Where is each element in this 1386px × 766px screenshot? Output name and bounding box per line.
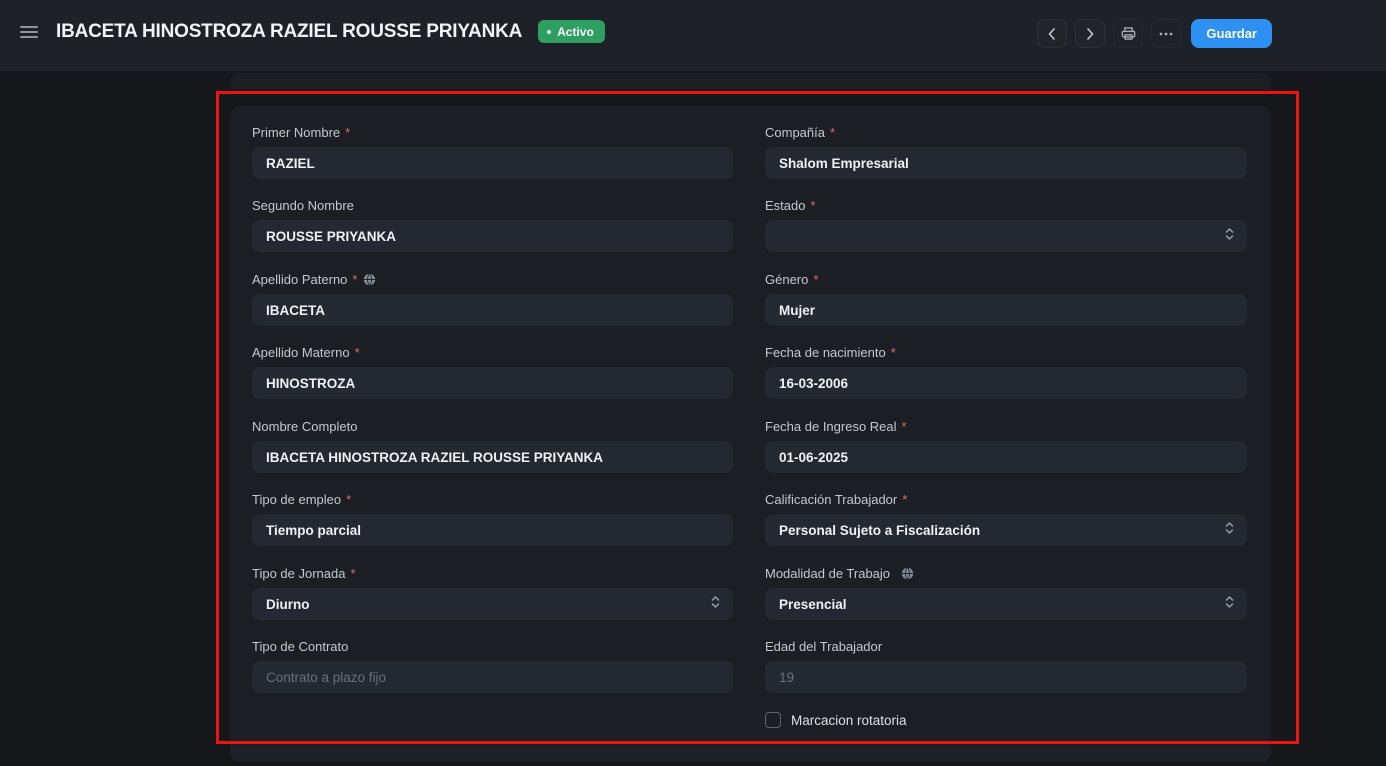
field-primer-nombre: Primer Nombre * bbox=[252, 125, 733, 179]
modalidad-de-trabajo-select[interactable] bbox=[765, 588, 1247, 620]
field-tipo-de-contrato: Tipo de Contrato bbox=[252, 639, 733, 693]
field-label: Apellido Paterno bbox=[252, 272, 347, 287]
status-dot-icon bbox=[547, 30, 551, 34]
status-badge-label: Activo bbox=[557, 25, 594, 39]
required-asterisk: * bbox=[891, 345, 896, 360]
required-asterisk: * bbox=[902, 492, 907, 507]
field-label: Calificación Trabajador bbox=[765, 492, 897, 507]
printer-icon bbox=[1120, 25, 1137, 42]
required-asterisk: * bbox=[350, 566, 355, 581]
select-chevrons-icon[interactable] bbox=[1225, 595, 1234, 609]
required-asterisk: * bbox=[813, 272, 818, 287]
header-actions: Guardar bbox=[1037, 19, 1272, 48]
field-edad-del-trabajador: Edad del Trabajador bbox=[765, 639, 1247, 693]
save-button[interactable]: Guardar bbox=[1191, 19, 1272, 48]
required-asterisk: * bbox=[902, 419, 907, 434]
field-tipo-de-jornada: Tipo de Jornada * bbox=[252, 566, 733, 620]
compania-input[interactable] bbox=[765, 147, 1247, 179]
marcacion-rotatoria-checkbox[interactable] bbox=[765, 712, 781, 728]
card-section-bottom bbox=[230, 746, 1271, 762]
field-tipo-de-empleo: Tipo de empleo * bbox=[252, 492, 733, 546]
field-label: Apellido Materno bbox=[252, 345, 350, 360]
field-label: Tipo de Contrato bbox=[252, 639, 348, 654]
select-chevrons-icon[interactable] bbox=[1225, 227, 1234, 241]
field-label: Edad del Trabajador bbox=[765, 639, 882, 654]
required-asterisk: * bbox=[810, 198, 815, 213]
estado-select[interactable] bbox=[765, 220, 1247, 252]
menu-icon[interactable] bbox=[14, 17, 44, 47]
field-label: Segundo Nombre bbox=[252, 198, 354, 213]
apellido-paterno-input[interactable] bbox=[252, 294, 733, 326]
field-label: Fecha de Ingreso Real bbox=[765, 419, 897, 434]
field-label: Tipo de empleo bbox=[252, 492, 341, 507]
chevron-left-icon bbox=[1048, 28, 1056, 40]
field-fecha-de-nacimiento: Fecha de nacimiento * bbox=[765, 345, 1247, 399]
calificacion-trabajador-select[interactable] bbox=[765, 514, 1247, 546]
page-title: IBACETA HINOSTROZA RAZIEL ROUSSE PRIYANK… bbox=[56, 21, 522, 43]
prev-record-button[interactable] bbox=[1037, 19, 1067, 48]
apellido-materno-input[interactable] bbox=[252, 367, 733, 399]
primer-nombre-input[interactable] bbox=[252, 147, 733, 179]
field-fecha-de-ingreso-real: Fecha de Ingreso Real * bbox=[765, 419, 1247, 473]
field-label: Estado bbox=[765, 198, 805, 213]
select-chevrons-icon[interactable] bbox=[1225, 521, 1234, 535]
card-section-top bbox=[230, 73, 1271, 90]
status-badge: Activo bbox=[538, 20, 605, 43]
field-label: Nombre Completo bbox=[252, 419, 358, 434]
segundo-nombre-input[interactable] bbox=[252, 220, 733, 252]
required-asterisk: * bbox=[346, 492, 351, 507]
select-chevrons-icon[interactable] bbox=[711, 595, 720, 609]
fecha-de-nacimiento-input[interactable] bbox=[765, 367, 1247, 399]
field-label: Tipo de Jornada bbox=[252, 566, 345, 581]
field-modalidad-de-trabajo: Modalidad de Trabajo bbox=[765, 566, 1247, 620]
field-compania: Compañía * bbox=[765, 125, 1247, 179]
print-button[interactable] bbox=[1113, 19, 1143, 48]
field-genero: Género * bbox=[765, 272, 1247, 326]
field-nombre-completo: Nombre Completo bbox=[252, 419, 733, 473]
required-asterisk: * bbox=[352, 272, 357, 287]
edad-del-trabajador-input bbox=[765, 661, 1247, 693]
tipo-de-empleo-input[interactable] bbox=[252, 514, 733, 546]
checkbox-label: Marcacion rotatoria bbox=[791, 713, 907, 728]
tipo-de-jornada-select[interactable] bbox=[252, 588, 733, 620]
field-label: Compañía bbox=[765, 125, 825, 140]
field-apellido-materno: Apellido Materno * bbox=[252, 345, 733, 399]
ellipsis-icon bbox=[1158, 26, 1174, 42]
required-asterisk: * bbox=[345, 125, 350, 140]
chevron-right-icon bbox=[1086, 28, 1094, 40]
required-asterisk: * bbox=[830, 125, 835, 140]
required-asterisk: * bbox=[355, 345, 360, 360]
field-estado: Estado * bbox=[765, 198, 1247, 252]
field-label: Primer Nombre bbox=[252, 125, 340, 140]
next-record-button[interactable] bbox=[1075, 19, 1105, 48]
field-apellido-paterno: Apellido Paterno * bbox=[252, 272, 733, 326]
field-label: Modalidad de Trabajo bbox=[765, 566, 890, 581]
nombre-completo-input[interactable] bbox=[252, 441, 733, 473]
more-options-button[interactable] bbox=[1151, 19, 1181, 48]
field-label: Fecha de nacimiento bbox=[765, 345, 886, 360]
field-marcacion-rotatoria: Marcacion rotatoria bbox=[765, 712, 907, 728]
field-segundo-nombre: Segundo Nombre bbox=[252, 198, 733, 252]
header: IBACETA HINOSTROZA RAZIEL ROUSSE PRIYANK… bbox=[0, 0, 1386, 71]
fecha-de-ingreso-real-input[interactable] bbox=[765, 441, 1247, 473]
globe-icon bbox=[363, 273, 376, 286]
tipo-de-contrato-input[interactable] bbox=[252, 661, 733, 693]
field-label: Género bbox=[765, 272, 808, 287]
globe-icon bbox=[901, 567, 914, 580]
genero-input[interactable] bbox=[765, 294, 1247, 326]
field-calificacion-trabajador: Calificación Trabajador * bbox=[765, 492, 1247, 546]
